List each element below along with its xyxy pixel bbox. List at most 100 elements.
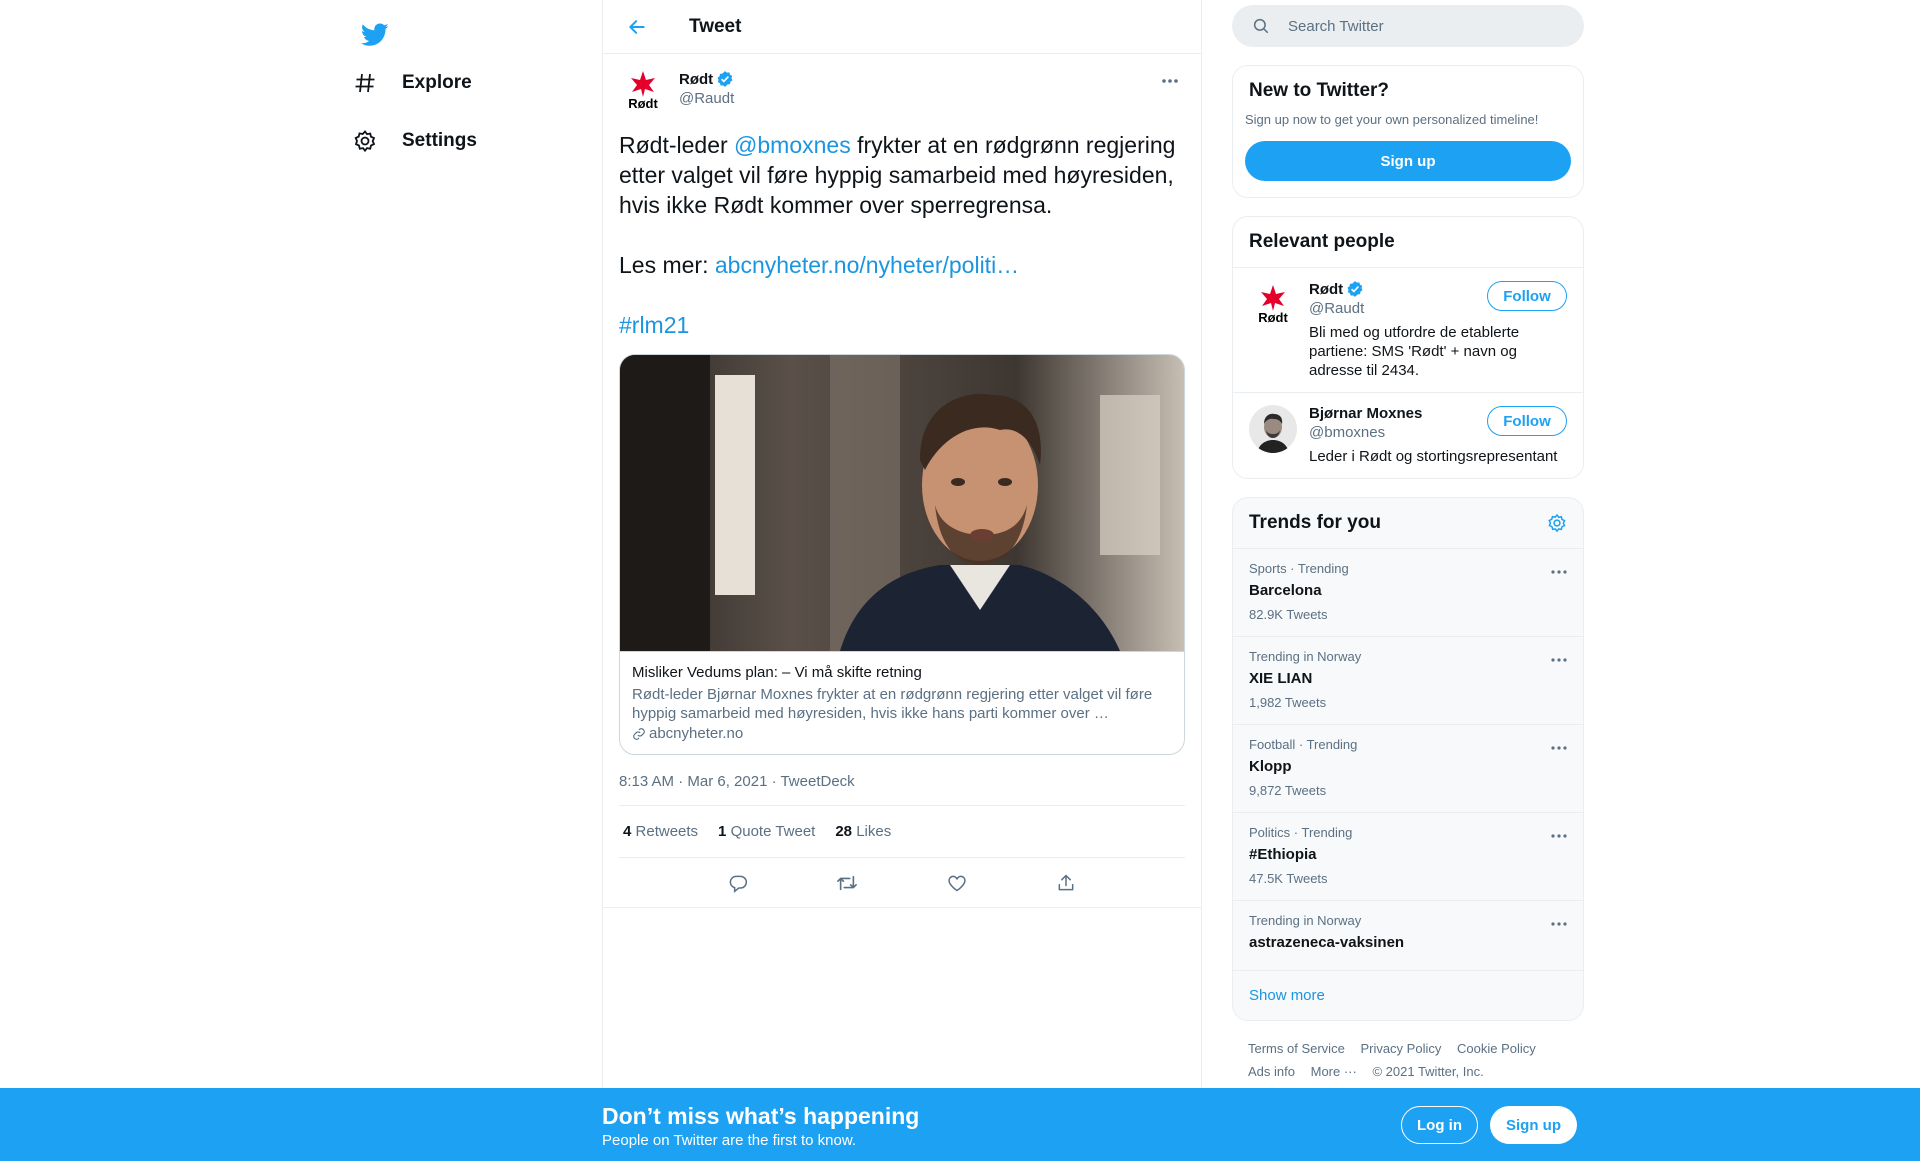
twitter-logo-icon[interactable]	[350, 10, 400, 60]
link-card[interactable]: Misliker Vedums plan: – Vi må skifte ret…	[619, 354, 1185, 755]
tweet-author: Rødt Rødt @Raudt	[619, 66, 1185, 126]
trend-name: astrazeneca-vaksinen	[1249, 934, 1405, 951]
card-domain-text: abcnyheter.no	[649, 725, 744, 742]
terms-link[interactable]: Terms of Service	[1248, 1041, 1345, 1056]
person-avatar[interactable]: Rødt	[1249, 280, 1297, 328]
relevant-people-title: Relevant people	[1249, 231, 1395, 252]
link-icon	[632, 727, 646, 741]
trend-name: #Ethiopia	[1249, 846, 1317, 863]
cookie-link[interactable]: Cookie Policy	[1457, 1041, 1536, 1056]
card-domain: abcnyheter.no	[632, 725, 1172, 742]
trend-item[interactable]: Trending in Norway XIE LIAN 1,982 Tweets	[1233, 637, 1583, 725]
sidebar-signup-button[interactable]: Sign up	[1245, 141, 1571, 181]
retweets-stat[interactable]: 4 Retweets	[623, 823, 698, 840]
follow-button[interactable]: Follow	[1487, 406, 1567, 436]
verified-badge-icon	[1346, 280, 1364, 298]
trends-header: Trends for you	[1233, 498, 1583, 549]
main-column: Tweet Rødt Rødt @Raudt Rødt-leder @bmoxn…	[602, 0, 1202, 1161]
tweet-stats: 4 Retweets 1 Quote Tweet 28 Likes	[619, 806, 1185, 858]
trend-item[interactable]: Football · Trending Klopp 9,872 Tweets	[1233, 725, 1583, 813]
article-link[interactable]: abcnyheter.no/nyheter/politi…	[715, 252, 1019, 278]
show-more-link[interactable]: Show more	[1233, 971, 1583, 1020]
hashtag-link[interactable]: #rlm21	[619, 312, 689, 338]
trend-item[interactable]: Trending in Norway astrazeneca-vaksinen	[1233, 901, 1583, 971]
trend-more-icon[interactable]	[1551, 913, 1567, 931]
search-input[interactable]	[1288, 17, 1548, 35]
author-name[interactable]: Rødt	[679, 70, 734, 88]
person-name-text: Rødt	[1309, 280, 1344, 298]
search-bar[interactable]	[1232, 5, 1584, 47]
trend-name: XIE LIAN	[1249, 670, 1313, 687]
person-item[interactable]: Rødt Rødt @Raudt Bli med og utfordre de …	[1233, 267, 1583, 392]
trend-more-icon[interactable]	[1551, 825, 1567, 843]
login-button[interactable]: Log in	[1401, 1106, 1478, 1144]
right-sidebar: New to Twitter? Sign up now to get your …	[1232, 0, 1584, 1099]
page-title: Tweet	[689, 15, 742, 37]
follow-button[interactable]: Follow	[1487, 281, 1567, 311]
author-handle[interactable]: @Raudt	[679, 90, 734, 107]
likes-label: Likes	[856, 823, 892, 840]
card-title: Misliker Vedums plan: – Vi må skifte ret…	[632, 664, 922, 681]
person-name-text: Bjørnar Moxnes	[1309, 405, 1423, 422]
nav-explore[interactable]: Explore	[340, 58, 482, 108]
back-arrow-icon[interactable]	[619, 9, 655, 45]
retweet-icon[interactable]	[828, 864, 866, 902]
person-bio: Leder i Rødt og stortingsrepresentant	[1309, 448, 1558, 465]
bottom-bar-subtitle: People on Twitter are the first to know.	[602, 1132, 857, 1149]
trend-meta: Sports · Trending	[1249, 561, 1349, 576]
trend-meta: Politics · Trending	[1249, 825, 1353, 840]
gear-icon	[350, 126, 380, 156]
quotes-stat[interactable]: 1 Quote Tweet	[718, 823, 815, 840]
tweet-header: Tweet	[603, 0, 1201, 54]
trend-meta: Football · Trending	[1249, 737, 1358, 752]
nav-settings[interactable]: Settings	[340, 116, 487, 166]
card-description: Rødt-leder Bjørnar Moxnes frykter at en …	[632, 686, 1153, 722]
person-avatar[interactable]	[1249, 405, 1297, 453]
trends-settings-gear-icon[interactable]	[1547, 513, 1567, 533]
tweet-text-part1: Rødt-leder	[619, 132, 735, 158]
likes-count: 28	[835, 823, 853, 840]
ads-info-link[interactable]: Ads info	[1248, 1064, 1295, 1079]
likes-stat[interactable]: 28 Likes	[835, 823, 891, 840]
trend-count: 9,872 Tweets	[1249, 783, 1327, 798]
quotes-count: 1	[718, 823, 727, 840]
author-avatar[interactable]: Rødt	[619, 66, 667, 114]
nav-explore-label: Explore	[402, 72, 472, 93]
more-options-icon[interactable]	[1155, 66, 1185, 96]
mention-link[interactable]: @bmoxnes	[734, 132, 851, 158]
quotes-label: Quote Tweet	[730, 823, 816, 840]
retweets-label: Retweets	[635, 823, 699, 840]
privacy-link[interactable]: Privacy Policy	[1360, 1041, 1441, 1056]
signup-button[interactable]: Sign up	[1490, 1106, 1577, 1144]
hashtag-icon	[350, 68, 380, 98]
relevant-people-panel: Relevant people Rødt Rødt @Raudt Bli med…	[1232, 216, 1584, 479]
read-more-prefix: Les mer:	[619, 252, 715, 278]
trend-count: 47.5K Tweets	[1249, 871, 1328, 886]
copyright: © 2021 Twitter, Inc.	[1372, 1064, 1484, 1079]
trend-count: 1,982 Tweets	[1249, 695, 1327, 710]
trend-more-icon[interactable]	[1551, 561, 1567, 579]
trend-more-icon[interactable]	[1551, 649, 1567, 667]
trend-item[interactable]: Sports · Trending Barcelona 82.9K Tweets	[1233, 549, 1583, 637]
tweet-timestamp[interactable]: 8:13 AM · Mar 6, 2021 · TweetDeck	[619, 773, 1185, 806]
trend-name: Klopp	[1249, 758, 1292, 775]
trend-meta: Trending in Norway	[1249, 649, 1362, 664]
share-icon[interactable]	[1047, 864, 1085, 902]
bottom-bar-headline: Don’t miss what’s happening	[602, 1103, 920, 1129]
person-item[interactable]: Bjørnar Moxnes @bmoxnes Leder i Rødt og …	[1233, 392, 1583, 478]
person-bio: Bli med og utfordre de etablerte partien…	[1309, 324, 1520, 379]
trend-item[interactable]: Politics · Trending #Ethiopia 47.5K Twee…	[1233, 813, 1583, 901]
card-image	[620, 355, 1184, 651]
tweet: Rødt Rødt @Raudt Rødt-leder @bmoxnes fry…	[603, 54, 1201, 908]
author-name-text: Rødt	[679, 70, 714, 88]
retweets-count: 4	[623, 823, 632, 840]
more-link[interactable]: More ···	[1311, 1064, 1357, 1079]
trend-more-icon[interactable]	[1551, 737, 1567, 755]
reply-icon[interactable]	[719, 864, 757, 902]
trends-panel: Trends for you Sports · Trending Barcelo…	[1232, 497, 1584, 1021]
like-heart-icon[interactable]	[938, 864, 976, 902]
tweet-text: Rødt-leder @bmoxnes frykter at en rødgrø…	[619, 130, 1185, 340]
new-to-twitter-title: New to Twitter?	[1249, 80, 1390, 101]
nav-settings-label: Settings	[402, 130, 477, 151]
trend-name: Barcelona	[1249, 582, 1322, 599]
